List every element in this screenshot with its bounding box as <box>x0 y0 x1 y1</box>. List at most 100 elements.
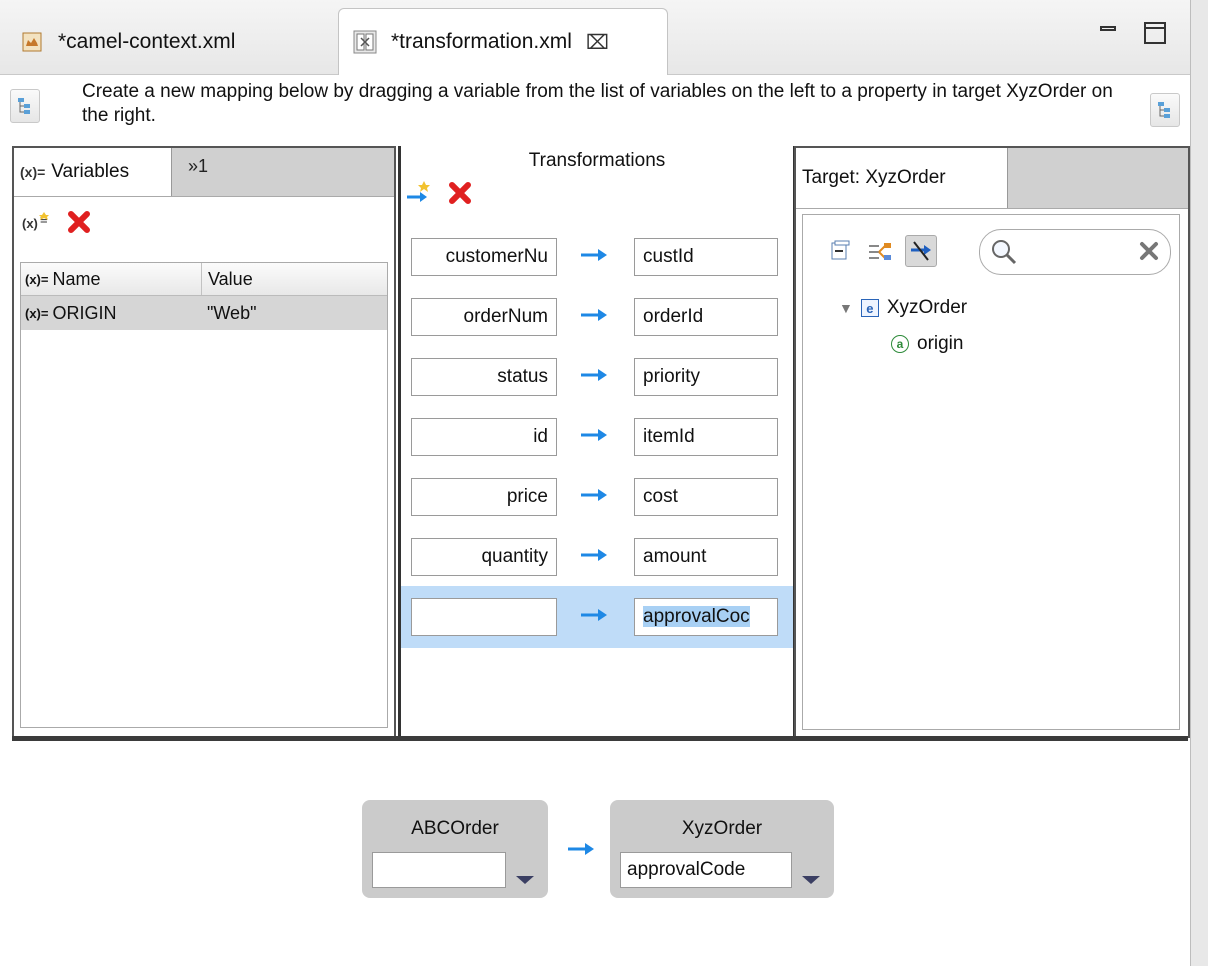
mapping-arrow-icon <box>581 489 607 501</box>
tree-icon <box>18 98 30 114</box>
mapping-source-field[interactable] <box>411 598 557 636</box>
mapping-target-field[interactable]: approvalCoc <box>634 598 778 636</box>
tree-node-label: XyzOrder <box>886 297 968 318</box>
mapping-source-field[interactable]: customerNu <box>411 238 557 276</box>
mapping-arrow-icon <box>568 843 594 855</box>
name-header-label: Name <box>52 268 101 289</box>
camel-file-icon <box>20 30 44 54</box>
variable-name-cell: (x)= ORIGIN <box>21 303 201 324</box>
value-header-label: Value <box>208 268 253 289</box>
transformations-panel: Transformations customerNu custId orderN… <box>398 146 796 736</box>
tab-label: *transformation.xml <box>391 30 572 53</box>
editor-tab-bar: *camel-context.xml *transformation.xml ⌧ <box>0 0 1190 75</box>
add-mapping-icon[interactable] <box>405 180 433 211</box>
mapping-arrow-icon <box>581 429 607 441</box>
tree-node-xyzorder[interactable]: ▼ e XyzOrder <box>839 297 967 319</box>
mapping-arrow-icon <box>581 369 607 381</box>
variables-tab-strip: (x)= Variables »1 <box>14 148 394 197</box>
tab-label: Target: XyzOrder <box>802 167 946 188</box>
variable-icon: (x)= <box>20 164 46 180</box>
mapping-source-field[interactable]: orderNum <box>411 298 557 336</box>
expanded-triangle-icon[interactable]: ▼ <box>839 300 853 316</box>
show-mapped-only-icon[interactable] <box>905 235 937 267</box>
collapse-all-icon[interactable] <box>825 236 855 266</box>
mapping-target-field[interactable]: amount <box>634 538 778 576</box>
tab-label: Variables <box>51 161 130 182</box>
target-mapping-box: XyzOrder approvalCode <box>610 800 834 898</box>
tab-target[interactable]: Target: XyzOrder <box>796 148 1008 208</box>
variable-icon: (x)= <box>25 271 49 287</box>
target-tree-area: ▼ e XyzOrder a origin <box>802 214 1180 730</box>
mapping-target-field[interactable]: custId <box>634 238 778 276</box>
mapping-target-field[interactable]: orderId <box>634 298 778 336</box>
tree-icon <box>1158 102 1170 118</box>
add-variable-icon[interactable]: (x) ≡ <box>22 210 50 239</box>
mapping-target-value: approvalCoc <box>643 606 750 627</box>
mapping-arrow-icon <box>581 609 607 621</box>
toggle-target-tree-button[interactable] <box>1150 93 1180 127</box>
mapping-target-field[interactable]: itemId <box>634 418 778 456</box>
variable-value: "Web" <box>207 302 257 323</box>
source-mapping-field[interactable] <box>372 852 506 888</box>
source-mapping-box: ABCOrder <box>362 800 548 898</box>
mapping-source-field[interactable]: status <box>411 358 557 396</box>
value-column-header[interactable]: Value <box>201 263 253 295</box>
mapping-source-field[interactable]: price <box>411 478 557 516</box>
mapping-row[interactable]: quantity amount <box>401 526 793 588</box>
dropdown-arrow-icon[interactable] <box>516 876 534 884</box>
variable-icon: (x)= <box>25 305 49 321</box>
variable-value-cell: "Web" <box>201 296 256 330</box>
mapping-arrow-icon <box>581 309 607 321</box>
target-panel: Target: XyzOrder ▼ e XyzOrder a origin <box>794 146 1190 738</box>
transformations-title: Transformations <box>528 150 666 171</box>
target-mapping-field[interactable]: approvalCode <box>620 852 792 888</box>
variables-table-header: (x)= Name Value <box>21 263 387 296</box>
tree-node-origin[interactable]: a origin <box>891 333 963 355</box>
close-tab-icon[interactable]: ⌧ <box>586 30 609 55</box>
delete-variable-icon[interactable] <box>66 209 92 240</box>
variables-panel: (x)= Variables »1 (x)≡ (x)= Name Value <box>12 146 396 738</box>
editor-frame: *camel-context.xml *transformation.xml ⌧… <box>0 0 1191 966</box>
mapping-row[interactable]: customerNu custId <box>401 226 793 288</box>
mapping-source-field[interactable]: quantity <box>411 538 557 576</box>
toggle-source-tree-button[interactable] <box>10 89 40 123</box>
mapping-arrow-icon <box>581 249 607 261</box>
mapping-row[interactable]: price cost <box>401 466 793 528</box>
more-tabs-chevron[interactable]: »1 <box>188 156 208 177</box>
delete-mapping-icon[interactable] <box>447 180 473 211</box>
target-tab-strip: Target: XyzOrder <box>796 148 1188 209</box>
minimize-button[interactable] <box>1098 22 1120 44</box>
target-type-label: XyzOrder <box>681 818 763 839</box>
target-toolbar <box>825 235 937 267</box>
instruction-text: Create a new mapping below by dragging a… <box>82 81 1113 126</box>
variables-table: (x)= Name Value (x)= ORIGIN "Web" <box>20 262 388 728</box>
name-column-header[interactable]: (x)= Name <box>21 269 201 290</box>
filter-mapped-icon[interactable] <box>865 236 895 266</box>
target-search-input[interactable] <box>979 229 1171 275</box>
mapping-row[interactable]: id itemId <box>401 406 793 468</box>
source-type-label: ABCOrder <box>411 818 499 839</box>
mapping-target-field[interactable]: priority <box>634 358 778 396</box>
table-row[interactable]: (x)= ORIGIN "Web" <box>21 296 387 330</box>
tab-camel-context[interactable]: *camel-context.xml <box>6 10 336 74</box>
tab-variables[interactable]: (x)= Variables <box>14 148 172 196</box>
attribute-icon: a <box>891 335 909 353</box>
search-icon <box>992 240 1017 265</box>
mapping-source-field[interactable]: id <box>411 418 557 456</box>
mapping-arrow-icon <box>581 549 607 561</box>
mapping-row[interactable]: status priority <box>401 346 793 408</box>
tree-node-label: origin <box>917 333 964 354</box>
variables-toolbar: (x) ≡ <box>22 206 92 242</box>
clear-search-icon[interactable] <box>1138 240 1160 262</box>
svg-text:(x): (x) <box>22 216 38 231</box>
mapping-target-field[interactable]: cost <box>634 478 778 516</box>
panel-separator[interactable] <box>12 736 1188 741</box>
transformation-file-icon <box>353 30 377 54</box>
mapping-row[interactable]: orderNum orderId <box>401 286 793 348</box>
tab-transformation[interactable]: *transformation.xml ⌧ <box>338 8 668 75</box>
mapping-row-selected[interactable]: approvalCoc <box>401 586 793 648</box>
dropdown-arrow-icon[interactable] <box>802 876 820 884</box>
maximize-button[interactable] <box>1144 22 1166 44</box>
transformations-toolbar <box>405 180 473 211</box>
variable-name: ORIGIN <box>52 302 117 323</box>
